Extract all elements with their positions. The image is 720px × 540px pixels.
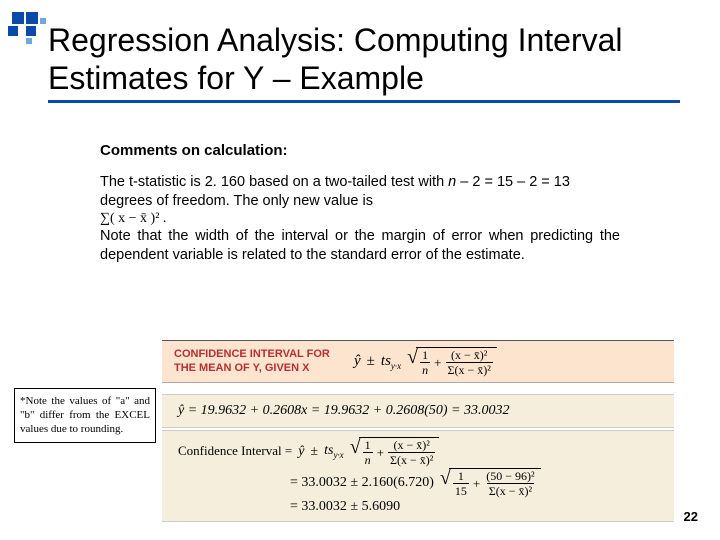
footnote-box: *Note the values of "a" and "b" differ f… xyxy=(14,388,156,443)
ci-row3: = 33.0032 ± 5.6090 xyxy=(290,499,400,515)
ci-formula-box: CONFIDENCE INTERVAL FOR THE MEAN OF Y, G… xyxy=(162,340,674,383)
reg-line-eq: ŷ = 19.9632 + 0.2608x = 19.9632 + 0.2608… xyxy=(178,403,510,419)
page-number: 22 xyxy=(684,509,698,524)
f-tsub: y·x xyxy=(391,361,401,371)
f-t: ts xyxy=(381,353,391,369)
paragraph-1: The t-statistic is 2. 160 based on a two… xyxy=(100,173,620,211)
f-pm: ± xyxy=(367,353,375,370)
f-sqrt: √ 1n + (x − x̄)²Σ(x − x̄)² xyxy=(407,347,497,376)
comments-subheading: Comments on calculation: xyxy=(100,142,620,159)
ci-row2: = 33.0032 ± 2.160(6.720) xyxy=(290,475,434,491)
body-content: Comments on calculation: The t-statistic… xyxy=(100,142,620,264)
f-yhat: ŷ xyxy=(354,353,361,370)
regression-eval-box: ŷ = 19.9632 + 0.2608x = 19.9632 + 0.2608… xyxy=(162,394,674,428)
paragraph-2: Note that the width of the interval or t… xyxy=(100,227,620,265)
ci-formula-label: CONFIDENCE INTERVAL FOR THE MEAN OF Y, G… xyxy=(174,348,354,376)
sigma-expression: ∑( x − x̄ )² . xyxy=(100,211,620,227)
p1-a: The t-statistic is 2. 160 based on a two… xyxy=(100,174,448,190)
ci-worked-box: Confidence Interval = ŷ ± tsy·x √ 1n + (… xyxy=(162,430,674,522)
ci-formula-expr: ŷ ± tsy·x √ 1n + (x − x̄)²Σ(x − x̄)² xyxy=(354,347,497,376)
slide-title: Regression Analysis: Computing Interval … xyxy=(48,22,680,103)
ci-label: Confidence Interval = xyxy=(178,443,292,459)
